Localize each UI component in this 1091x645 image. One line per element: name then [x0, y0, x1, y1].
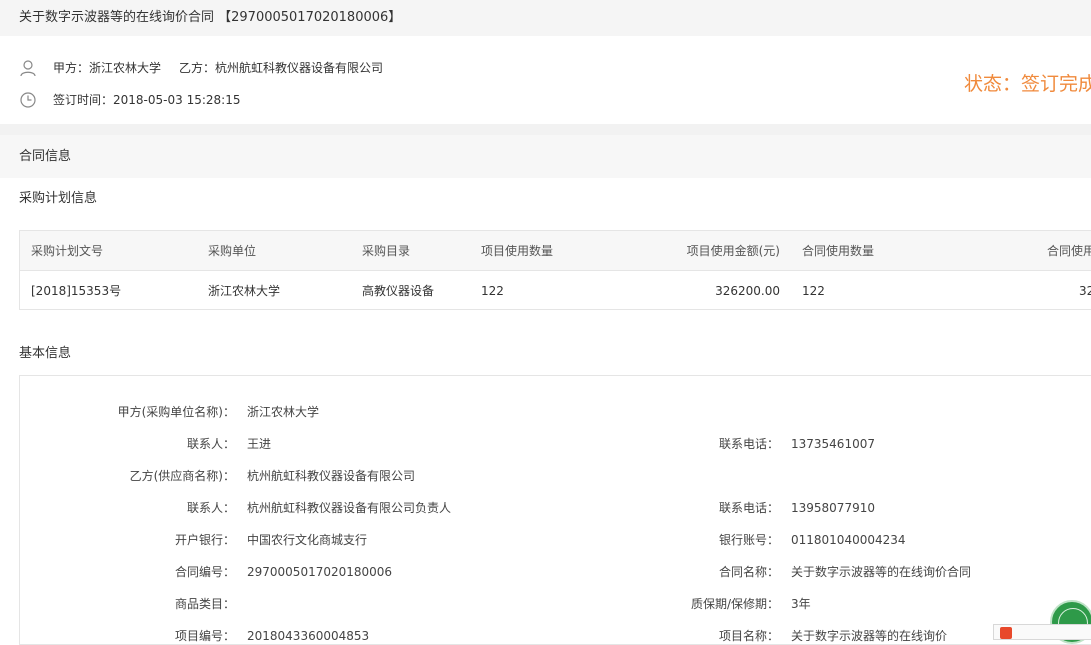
field-label: 开户银行： [174, 533, 235, 547]
field-label: 商品类目： [174, 597, 235, 611]
divider-band [0, 124, 1091, 135]
field-value: 杭州航虹科教仪器设备有限公司负责人 [247, 501, 452, 515]
field-value: 3年 [791, 597, 811, 611]
table-cell: [2018]15353号 [31, 284, 122, 298]
party-a-label: 甲方： [53, 61, 90, 75]
field-value: 中国农行文化商城支行 [247, 533, 368, 547]
clock-icon [19, 91, 37, 109]
table-cell: 32 [1079, 284, 1091, 298]
table-cell: 122 [802, 284, 825, 298]
field-label: 合同编号： [174, 565, 235, 579]
table-cell: 326200.00 [715, 284, 780, 298]
field-value: 浙江农林大学 [247, 405, 320, 419]
plan-col-header: 采购单位 [208, 244, 257, 258]
field-label: 银行账号： [718, 533, 779, 547]
field-label: 乙方(供应商名称)： [129, 469, 235, 483]
plan-col-header: 合同使用 [1047, 244, 1091, 258]
basic-section-title: 基本信息 [19, 346, 72, 361]
party-b-label: 乙方： [179, 61, 216, 75]
field-label: 甲方(采购单位名称)： [117, 405, 235, 419]
sign-time-row: 签订时间： 2018-05-03 15:28:15 [19, 90, 240, 110]
field-label: 联系电话： [718, 437, 779, 451]
field-value: 13735461007 [791, 437, 875, 451]
sign-time-value: 2018-05-03 15:28:15 [113, 93, 241, 107]
field-value: 2970005017020180006 [247, 565, 393, 579]
parties-row: 甲方： 浙江农林大学 乙方： 杭州航虹科教仪器设备有限公司 [19, 58, 383, 78]
table-cell: 浙江农林大学 [208, 284, 281, 298]
status-badge: 状态：签订完成 [963, 73, 1091, 95]
ime-toolbar[interactable] [993, 624, 1091, 640]
user-icon [19, 59, 37, 77]
page-title: 关于数字示波器等的在线询价合同 【2970005017020180006】 [0, 0, 1091, 36]
field-label: 项目编号： [174, 629, 235, 643]
party-b-value: 杭州航虹科教仪器设备有限公司 [215, 61, 384, 75]
plan-section-title: 采购计划信息 [19, 191, 98, 206]
field-value: 关于数字示波器等的在线询价 [791, 629, 948, 643]
plan-col-header: 采购目录 [362, 244, 411, 258]
plan-col-header: 合同使用数量 [802, 244, 875, 258]
plan-table-header [20, 231, 1091, 271]
field-label: 联系人： [186, 437, 235, 451]
plan-col-header: 采购计划文号 [31, 244, 104, 258]
field-label: 质保期/保修期： [690, 597, 779, 611]
party-a-value: 浙江农林大学 [89, 61, 162, 75]
sign-time-label: 签订时间： [53, 93, 114, 107]
table-cell: 高教仪器设备 [362, 284, 435, 298]
field-value: 011801040004234 [791, 533, 906, 547]
field-value: 关于数字示波器等的在线询价合同 [791, 565, 972, 579]
plan-col-header: 项目使用金额(元) [686, 244, 780, 258]
field-value: 13958077910 [791, 501, 875, 515]
ime-logo-icon [1000, 627, 1012, 639]
field-label: 项目名称： [718, 629, 779, 643]
plan-table: 采购计划文号 采购单位 采购目录 项目使用数量 项目使用金额(元) 合同使用数量… [19, 230, 1091, 310]
field-value: 2018043360004853 [247, 629, 370, 643]
field-label: 合同名称： [718, 565, 779, 579]
field-label: 联系电话： [718, 501, 779, 515]
field-value: 王进 [247, 437, 272, 451]
field-label: 联系人： [186, 501, 235, 515]
plan-col-header: 项目使用数量 [481, 244, 554, 258]
field-value: 杭州航虹科教仪器设备有限公司 [247, 469, 416, 483]
contract-section-header: 合同信息 [0, 135, 1091, 178]
table-cell: 122 [481, 284, 504, 298]
